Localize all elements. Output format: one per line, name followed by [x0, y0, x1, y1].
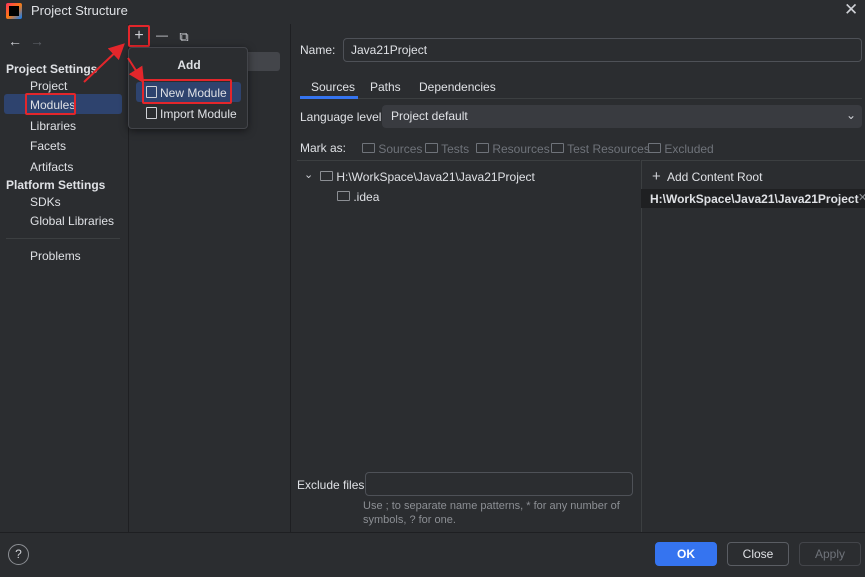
mark-as-label: Mark as:: [300, 141, 347, 155]
popup-title: Add: [177, 58, 201, 72]
back-arrow-icon[interactable]: ←: [8, 33, 22, 49]
mark-sources-button[interactable]: Sources: [362, 142, 422, 156]
mark-excluded-button[interactable]: Excluded: [648, 142, 714, 156]
content-roots-panel: [641, 160, 865, 532]
tab-sources[interactable]: Sources: [311, 80, 355, 94]
title-bar: Project Structure ✕: [0, 0, 865, 24]
apply-button[interactable]: Apply: [799, 542, 861, 566]
intellij-app-icon: [6, 3, 22, 19]
ok-button[interactable]: OK: [655, 542, 717, 566]
tree-root-label: H:\WorkSpace\Java21\Java21Project: [336, 170, 535, 184]
sidebar-item-global-libraries[interactable]: Global Libraries: [30, 214, 114, 228]
excluded-folder-icon: [648, 143, 661, 153]
sidebar-item-sdks[interactable]: SDKs: [30, 195, 61, 209]
sidebar-item-problems[interactable]: Problems: [30, 249, 81, 263]
test-resources-folder-icon: [551, 143, 564, 153]
chevron-down-icon: ⌄: [846, 108, 857, 122]
mark-sources-label: Sources: [378, 142, 423, 156]
sidebar-item-facets[interactable]: Facets: [30, 139, 66, 153]
exclude-files-input[interactable]: [365, 472, 633, 496]
tab-paths[interactable]: Paths: [370, 80, 401, 94]
tests-folder-icon: [425, 143, 438, 153]
plus-icon: +: [652, 168, 661, 185]
tree-node-idea[interactable]: .idea: [337, 190, 379, 204]
add-button-highlight-box: [128, 25, 150, 47]
active-tab-indicator: [300, 96, 358, 99]
mark-tests-label: Tests: [441, 142, 470, 156]
resources-folder-icon: [476, 143, 489, 153]
tree-root-node[interactable]: H:\WorkSpace\Java21\Java21Project: [320, 170, 535, 184]
name-label: Name:: [300, 43, 336, 57]
mark-resources-button[interactable]: Resources: [476, 142, 550, 156]
add-content-root-button[interactable]: Add Content Root: [667, 170, 762, 184]
new-module-highlight-box: [142, 79, 232, 104]
sidebar-item-artifacts[interactable]: Artifacts: [30, 160, 73, 174]
sources-folder-icon: [362, 143, 375, 153]
modules-highlight-box: [25, 93, 76, 115]
remove-icon[interactable]: —: [154, 28, 170, 42]
mark-test-resources-label: Test Resources: [567, 142, 650, 156]
exclude-files-hint: Use ; to separate name patterns, * for a…: [363, 500, 620, 526]
mark-tests-button[interactable]: Tests: [425, 142, 469, 156]
copy-icon[interactable]: ⧉: [176, 29, 192, 45]
mark-resources-label: Resources: [492, 142, 550, 156]
sidebar-item-libraries[interactable]: Libraries: [30, 119, 76, 133]
tab-strip-divider: [300, 98, 862, 99]
forward-arrow-icon[interactable]: →: [30, 33, 44, 49]
exclude-files-label: Exclude files:: [297, 478, 368, 492]
tab-dependencies[interactable]: Dependencies: [419, 80, 496, 94]
import-icon: [146, 107, 157, 119]
close-button[interactable]: Close: [727, 542, 789, 566]
language-level-label: Language level:: [300, 110, 385, 124]
content-root-path: H:\WorkSpace\Java21\Java21Project: [650, 192, 859, 206]
folder-icon: [337, 191, 350, 201]
platform-settings-header: Platform Settings: [6, 178, 106, 192]
module-name-input[interactable]: Java21Project: [343, 38, 862, 62]
menu-item-import-module[interactable]: Import Module: [160, 107, 237, 121]
project-settings-header: Project Settings: [6, 62, 98, 76]
folder-icon: [320, 171, 333, 181]
close-window-icon[interactable]: ✕: [844, 0, 858, 20]
remove-root-icon[interactable]: ✕: [858, 191, 865, 204]
window-title: Project Structure: [31, 3, 128, 18]
help-icon[interactable]: ?: [8, 544, 29, 565]
mark-excluded-label: Excluded: [664, 142, 714, 156]
mark-test-resources-button[interactable]: Test Resources: [551, 142, 650, 156]
sidebar-divider: [6, 238, 120, 239]
sidebar-item-project[interactable]: Project: [30, 79, 67, 93]
chevron-down-icon[interactable]: ⌄: [304, 168, 313, 181]
language-level-dropdown[interactable]: Project default: [382, 105, 862, 128]
tree-node-idea-label: .idea: [353, 190, 380, 204]
